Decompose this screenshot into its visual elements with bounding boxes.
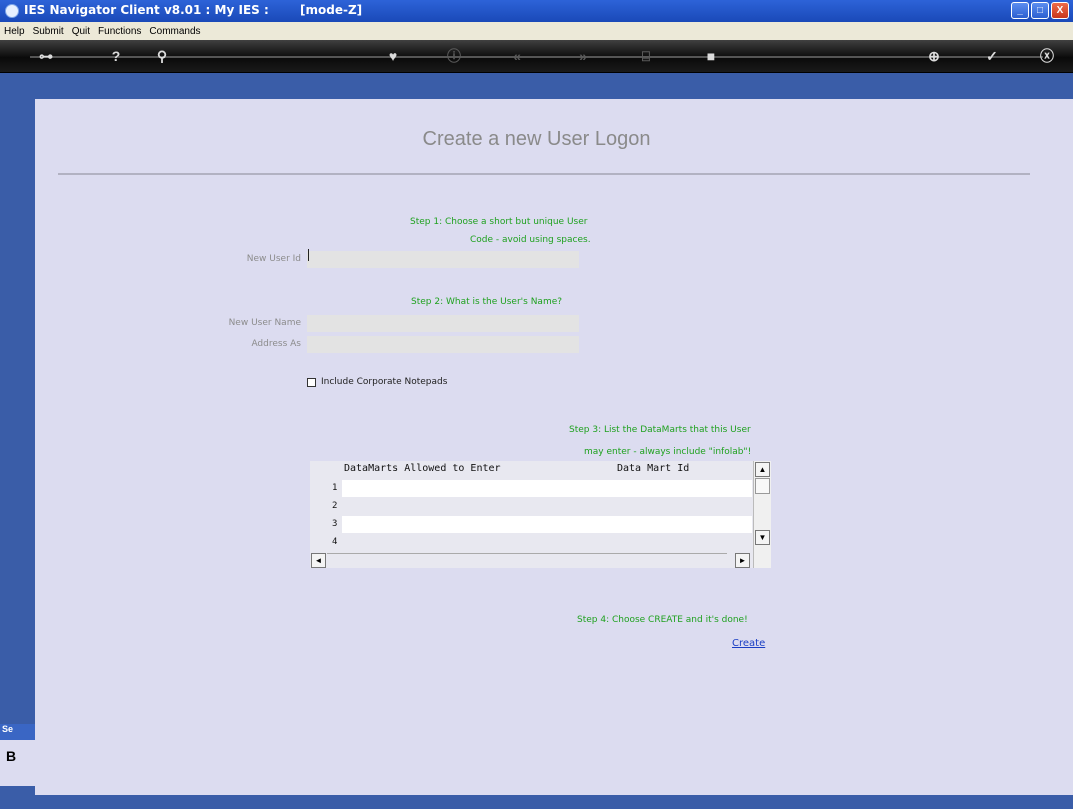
scroll-thumb[interactable] [755, 478, 770, 494]
key-icon[interactable]: ⊶ [36, 46, 56, 66]
help-icon[interactable]: ? [106, 46, 126, 66]
close-icon[interactable]: ⓧ [1037, 46, 1057, 66]
grid-cell[interactable] [342, 498, 752, 515]
left-strip [0, 99, 35, 795]
back-icon[interactable]: « [507, 46, 527, 66]
check-icon[interactable]: ✓ [982, 46, 1002, 66]
app-icon [5, 4, 19, 18]
create-link[interactable]: Create [732, 638, 765, 649]
grid-header-datamarts: DataMarts Allowed to Enter [344, 463, 501, 474]
new-user-name-label: New User Name [228, 318, 301, 328]
main-content [35, 99, 1073, 795]
address-as-label: Address As [251, 339, 301, 349]
new-user-name-input[interactable] [307, 315, 579, 332]
toolbar: ⊶ ? ⚲ ♥ ⓘ « » ⌸ ■ ⊕ ✓ ⓧ [0, 40, 1073, 73]
close-button[interactable]: X [1051, 2, 1069, 19]
step3-instruction-line2: may enter - always include "infolab"! [584, 447, 752, 457]
window-mode: [mode-Z] [300, 3, 363, 17]
scroll-right-icon[interactable]: ► [735, 553, 750, 568]
new-user-id-label: New User Id [246, 254, 301, 264]
minimize-button[interactable]: _ [1011, 2, 1029, 19]
table-row: 3 [310, 516, 752, 533]
table-row: 1 [310, 480, 752, 497]
bottom-bar [0, 795, 1073, 809]
grid-header-datamart-id: Data Mart Id [617, 463, 690, 474]
menu-quit[interactable]: Quit [68, 26, 94, 37]
toolbar-gap [0, 73, 1073, 99]
grid-cell[interactable] [342, 516, 752, 533]
page-title: Create a new User Logon [422, 128, 651, 150]
new-user-id-input[interactable] [307, 251, 579, 268]
step1-instruction-line1: Step 1: Choose a short but unique User [410, 217, 588, 227]
scroll-down-icon[interactable]: ▼ [755, 530, 770, 545]
stop-icon[interactable]: ■ [701, 46, 721, 66]
address-as-input[interactable] [307, 336, 579, 353]
side-panel[interactable]: Se B [0, 724, 35, 786]
menu-help[interactable]: Help [0, 26, 29, 37]
side-panel-header: Se [0, 724, 35, 740]
row-number: 4 [332, 537, 338, 547]
step3-instruction-line1: Step 3: List the DataMarts that this Use… [569, 425, 751, 435]
row-number: 3 [332, 519, 338, 529]
datamarts-grid: DataMarts Allowed to Enter Data Mart Id … [310, 461, 771, 568]
scroll-left-icon[interactable]: ◄ [311, 553, 326, 568]
table-row: 2 [310, 498, 752, 515]
text-caret [308, 249, 309, 261]
add-icon[interactable]: ⊕ [924, 46, 944, 66]
horizontal-scrollbar[interactable]: ◄ ► [310, 552, 753, 568]
vertical-scrollbar[interactable]: ▲ ▼ [753, 461, 771, 568]
include-notepads-checkbox[interactable] [307, 378, 316, 387]
heart-icon[interactable]: ♥ [383, 46, 403, 66]
forward-icon[interactable]: » [573, 46, 593, 66]
title-divider [58, 173, 1030, 175]
row-number: 2 [332, 501, 338, 511]
application-window: IES Navigator Client v8.01 : My IES : [m… [0, 0, 1073, 809]
step2-instruction: Step 2: What is the User's Name? [411, 297, 563, 307]
menu-bar: Help Submit Quit Functions Commands [0, 22, 1073, 40]
row-number: 1 [332, 483, 338, 493]
grid-cell[interactable] [342, 480, 752, 497]
scroll-track[interactable] [327, 553, 727, 568]
tree-icon[interactable]: ⌸ [636, 46, 656, 66]
scroll-up-icon[interactable]: ▲ [755, 462, 770, 477]
grid-cell[interactable] [342, 534, 752, 548]
menu-commands[interactable]: Commands [145, 26, 204, 37]
title-bar: IES Navigator Client v8.01 : My IES : [m… [0, 0, 1073, 22]
search-icon[interactable]: ⚲ [152, 46, 172, 66]
table-row: 4 [310, 534, 752, 548]
info-icon[interactable]: ⓘ [444, 46, 464, 66]
menu-functions[interactable]: Functions [94, 26, 145, 37]
window-controls: _ □ X [1011, 2, 1069, 19]
maximize-button[interactable]: □ [1031, 2, 1049, 19]
step4-instruction: Step 4: Choose CREATE and it's done! [577, 615, 748, 625]
step1-instruction-line2: Code - avoid using spaces. [470, 235, 591, 245]
include-notepads-label: Include Corporate Notepads [321, 377, 448, 387]
toolbar-line [30, 56, 1043, 58]
menu-submit[interactable]: Submit [29, 26, 68, 37]
window-title: IES Navigator Client v8.01 : My IES : [24, 3, 269, 17]
side-panel-icon: B [6, 748, 17, 764]
